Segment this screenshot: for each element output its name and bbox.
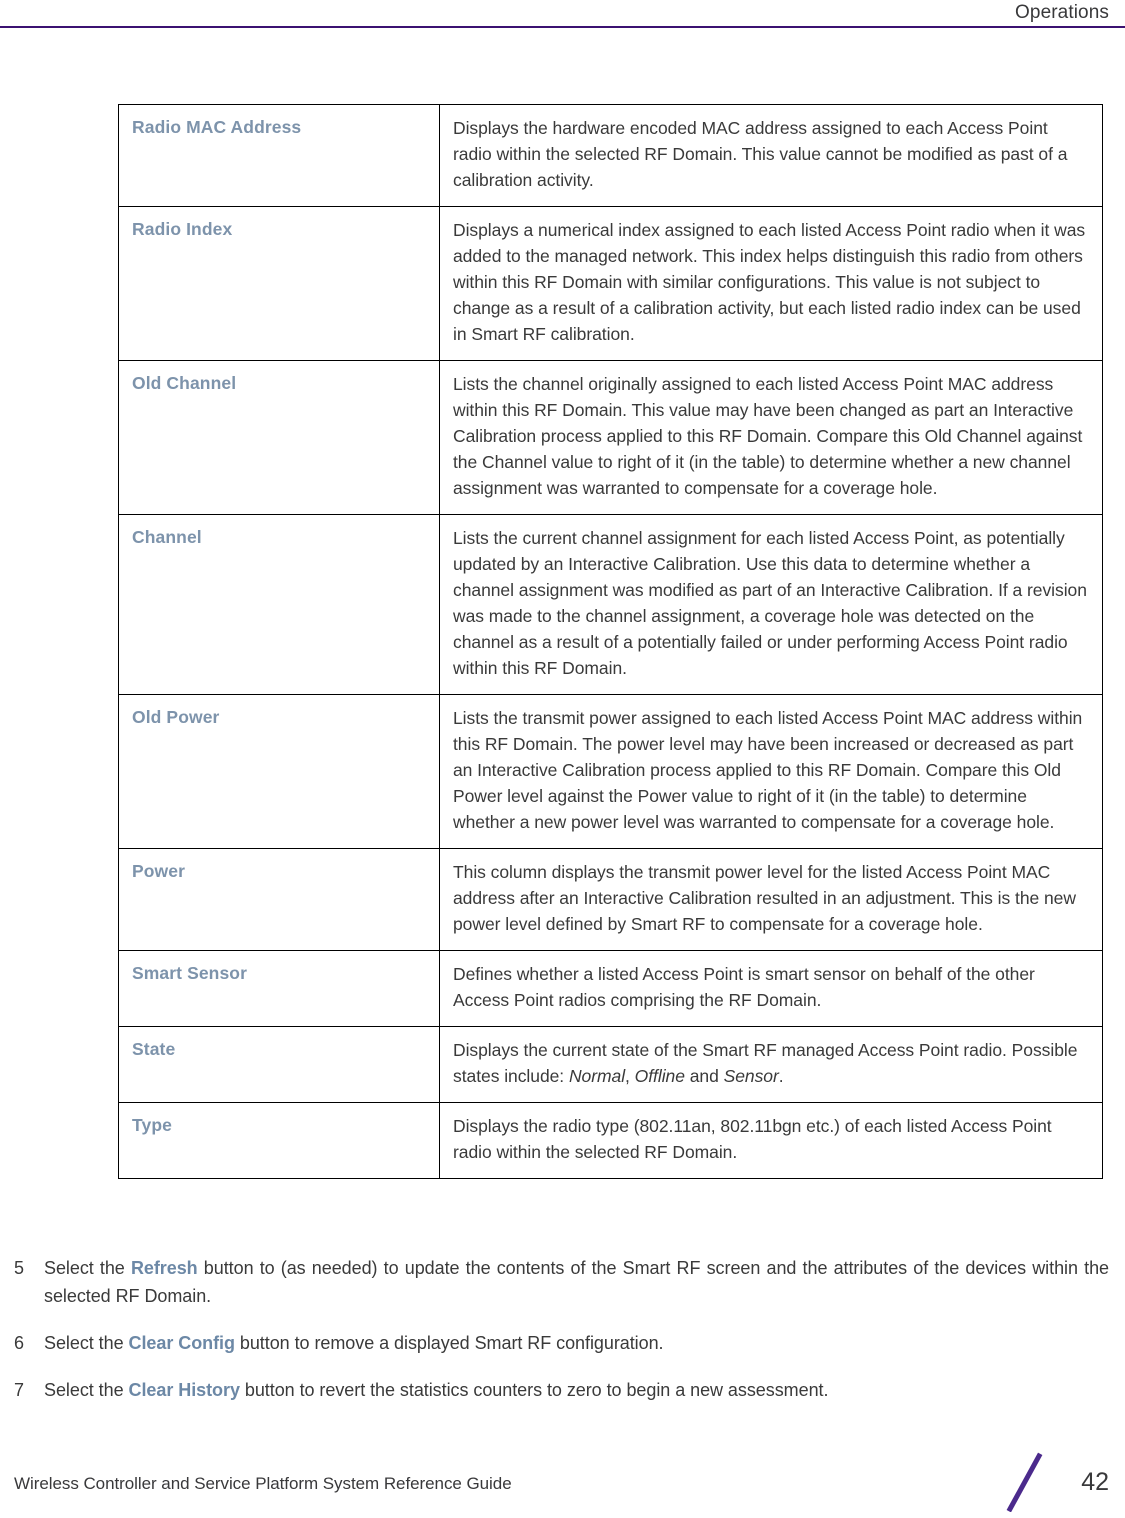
header-divider-rule: [0, 26, 1125, 28]
footer-page-number: 42: [1081, 1468, 1109, 1496]
list-item: 5 Select the Refresh button to (as needed…: [14, 1254, 1109, 1310]
ui-control-reference: Refresh: [130, 1258, 198, 1278]
field-description-text: Lists the transmit power assigned to eac…: [453, 708, 1083, 832]
footer-guide-title: Wireless Controller and Service Platform…: [14, 1474, 512, 1493]
description-cell: Displays the radio type (802.11an, 802.1…: [439, 1102, 1103, 1179]
field-term-label: Old Power: [132, 707, 220, 727]
step-number: 7: [14, 1380, 25, 1400]
list-item: 7 Select the Clear History button to reve…: [14, 1376, 1109, 1404]
field-description-text: Defines whether a listed Access Point is…: [453, 964, 1035, 1010]
step-text: Select the Refresh button to (as needed)…: [44, 1258, 1109, 1306]
step-number: 6: [14, 1333, 25, 1353]
field-description-text: Displays a numerical index assigned to e…: [453, 220, 1086, 344]
table-row: Old Channel Lists the channel originally …: [118, 360, 1103, 515]
smart-rf-field-definition-table: Radio MAC Address Displays the hardware e…: [118, 104, 1103, 1179]
description-cell: Lists the current channel assignment for…: [439, 514, 1103, 695]
field-term-label: State: [132, 1039, 176, 1059]
list-item: 6 Select the Clear Config button to remov…: [14, 1329, 1109, 1357]
ui-control-reference: Clear History: [128, 1380, 240, 1400]
field-term-label: Channel: [132, 527, 202, 547]
table-row: Power This column displays the transmit p…: [118, 848, 1103, 951]
table-row: Old Power Lists the transmit power assign…: [118, 694, 1103, 849]
field-description-text: This column displays the transmit power …: [453, 862, 1076, 934]
term-cell: Channel: [118, 514, 440, 695]
page-header: Operations: [0, 0, 1125, 28]
step-text: Select the Clear History button to rever…: [44, 1380, 829, 1400]
description-cell: Displays the hardware encoded MAC addres…: [439, 104, 1103, 207]
step-number: 5: [14, 1258, 25, 1278]
term-cell: Type: [118, 1102, 440, 1179]
term-cell: Old Channel: [118, 360, 440, 515]
table-body: Radio MAC Address Displays the hardware e…: [118, 104, 1103, 1179]
description-cell: Displays the current state of the Smart …: [439, 1026, 1103, 1103]
table-row: Channel Lists the current channel assignm…: [118, 514, 1103, 695]
ui-control-reference: Clear Config: [128, 1333, 235, 1353]
field-description-text: Displays the current state of the Smart …: [453, 1040, 1078, 1086]
term-cell: State: [118, 1026, 440, 1103]
table-row: Type Displays the radio type (802.11an, 8…: [118, 1102, 1103, 1179]
description-cell: Lists the channel originally assigned to…: [439, 360, 1103, 515]
field-description-text: Lists the current channel assignment for…: [453, 528, 1087, 678]
term-cell: Old Power: [118, 694, 440, 849]
table-row: Radio Index Displays a numerical index as…: [118, 206, 1103, 361]
table-row: State Displays the current state of the S…: [118, 1026, 1103, 1103]
term-cell: Radio Index: [118, 206, 440, 361]
term-cell: Radio MAC Address: [118, 104, 440, 207]
term-cell: Smart Sensor: [118, 950, 440, 1027]
field-term-label: Smart Sensor: [132, 963, 247, 983]
term-cell: Power: [118, 848, 440, 951]
field-description-text: Displays the radio type (802.11an, 802.1…: [453, 1116, 1052, 1162]
footer-slash-decoration: [1006, 1450, 1046, 1512]
table-row: Radio MAC Address Displays the hardware e…: [118, 104, 1103, 207]
description-cell: This column displays the transmit power …: [439, 848, 1103, 951]
page-footer: Wireless Controller and Service Platform…: [0, 1426, 1125, 1518]
field-description-text: Lists the channel originally assigned to…: [453, 374, 1083, 498]
description-cell: Defines whether a listed Access Point is…: [439, 950, 1103, 1027]
description-cell: Lists the transmit power assigned to eac…: [439, 694, 1103, 849]
field-description-text: Displays the hardware encoded MAC addres…: [453, 118, 1068, 190]
step-text: Select the Clear Config button to remove…: [44, 1333, 664, 1353]
field-term-label: Power: [132, 861, 186, 881]
field-term-label: Old Channel: [132, 373, 237, 393]
table-row: Smart Sensor Defines whether a listed Acc…: [118, 950, 1103, 1027]
description-cell: Displays a numerical index assigned to e…: [439, 206, 1103, 361]
running-header-title: Operations: [1015, 2, 1109, 23]
field-term-label: Type: [132, 1115, 172, 1135]
field-term-label: Radio MAC Address: [132, 117, 302, 137]
procedure-step-list: 5 Select the Refresh button to (as needed…: [14, 1254, 1109, 1423]
field-term-label: Radio Index: [132, 219, 233, 239]
